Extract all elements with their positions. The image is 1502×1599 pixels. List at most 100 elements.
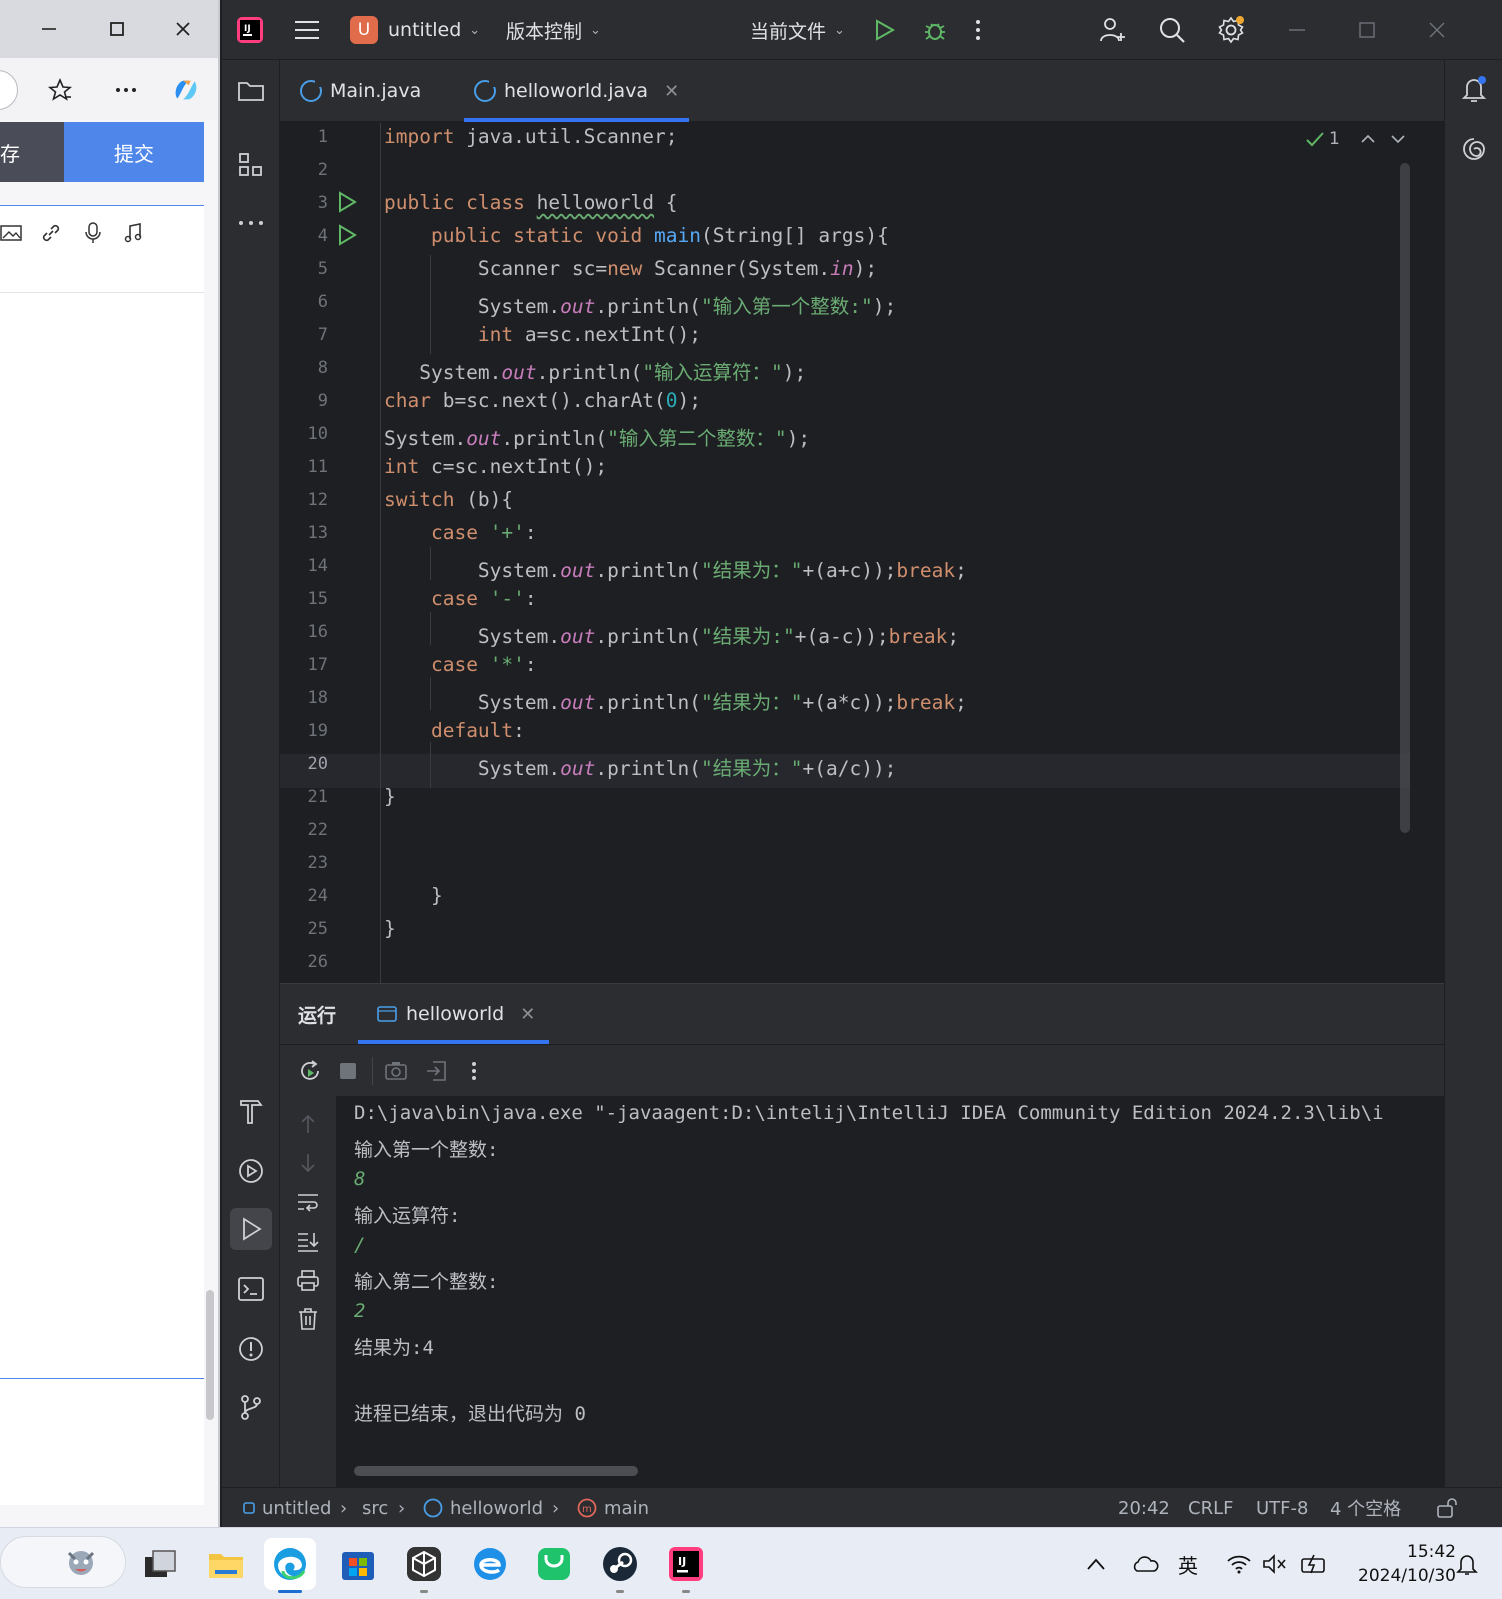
microphone-icon[interactable] — [78, 218, 108, 248]
answer-editor[interactable] — [0, 205, 204, 1505]
microsoft-store-icon[interactable] — [332, 1538, 384, 1590]
submit-button[interactable]: 提交 — [64, 122, 204, 182]
chevron-up-icon[interactable] — [1086, 1528, 1106, 1599]
arrow-up-icon[interactable] — [294, 1110, 322, 1138]
arrow-down-icon[interactable] — [294, 1149, 322, 1177]
debug-icon[interactable] — [922, 0, 948, 60]
close-icon[interactable] — [1428, 0, 1446, 60]
chevron-up-icon[interactable] — [1360, 133, 1376, 145]
ime-indicator[interactable]: 英 — [1178, 1528, 1198, 1599]
close-icon[interactable] — [168, 14, 198, 44]
services-icon[interactable] — [230, 1150, 272, 1192]
battery-charging-icon[interactable] — [1300, 1528, 1328, 1599]
console-scrollbar[interactable] — [354, 1466, 638, 1476]
system-clock[interactable]: 15:42 2024/10/30 — [1346, 1540, 1456, 1588]
notification-bell-icon[interactable] — [1456, 1528, 1478, 1599]
inspection-widget[interactable]: 1 — [1305, 129, 1406, 149]
intellij-taskbar-icon[interactable]: IJ — [660, 1538, 712, 1593]
unity-icon[interactable] — [398, 1538, 450, 1593]
structure-icon[interactable] — [230, 144, 272, 186]
tab-helloworld-java[interactable]: helloworld.java ✕ — [463, 60, 690, 122]
line-number-gutter: 1 2 3 4 5 6 7 8 9 10 11 12 13 14 15 16 1… — [280, 123, 380, 983]
notifications-bell-icon[interactable] — [1453, 68, 1495, 110]
trash-icon[interactable] — [294, 1305, 322, 1333]
tab-label: helloworld.java — [504, 80, 649, 102]
breadcrumb-method[interactable]: m main — [576, 1488, 649, 1528]
close-tab-icon[interactable]: ✕ — [664, 81, 679, 102]
settings-gear-icon[interactable] — [1216, 0, 1246, 60]
minimize-icon[interactable] — [34, 14, 64, 44]
onedrive-cloud-icon[interactable] — [1130, 1528, 1160, 1599]
minimize-icon[interactable] — [1288, 0, 1306, 60]
run-gutter-icon[interactable] — [336, 224, 358, 246]
file-encoding[interactable]: UTF-8 — [1256, 1488, 1308, 1528]
vcs-menu[interactable]: 版本控制 ⌄ — [506, 0, 601, 60]
main-menu-icon[interactable] — [294, 0, 320, 60]
chat-app-icon[interactable] — [528, 1538, 580, 1590]
edge-browser-icon[interactable] — [264, 1538, 316, 1593]
favorites-icon[interactable] — [44, 74, 76, 106]
problems-icon[interactable] — [230, 1328, 272, 1370]
search-icon[interactable] — [1158, 0, 1186, 60]
address-bar[interactable] — [0, 70, 18, 110]
ai-assistant-icon[interactable] — [1453, 128, 1495, 170]
stop-icon[interactable] — [334, 1057, 362, 1085]
scrollbar[interactable] — [206, 1290, 214, 1420]
line-number: 5 — [317, 259, 328, 279]
caret-position[interactable]: 20:42 — [1118, 1488, 1170, 1528]
run-config-selector[interactable]: 当前文件 ⌄ — [750, 0, 845, 60]
console-output[interactable]: D:\java\bin\java.exe "-javaagent:D:\inte… — [336, 1096, 1444, 1488]
exit-icon[interactable] — [422, 1057, 450, 1085]
line-separator[interactable]: CRLF — [1188, 1488, 1233, 1528]
music-icon[interactable] — [118, 218, 148, 248]
java-class-icon — [474, 79, 497, 102]
file-explorer-icon[interactable] — [200, 1538, 252, 1590]
project-switcher[interactable]: U untitled ⌄ — [350, 0, 480, 60]
steam-icon[interactable] — [594, 1538, 646, 1593]
lock-icon[interactable] — [1436, 1488, 1460, 1528]
maximize-icon[interactable] — [1358, 0, 1376, 60]
rerun-icon[interactable] — [296, 1057, 324, 1085]
run-gutter-icon[interactable] — [336, 191, 358, 213]
scroll-to-end-icon[interactable] — [294, 1227, 322, 1255]
soft-wrap-icon[interactable] — [294, 1188, 322, 1216]
run-tab-helloworld[interactable]: helloworld ✕ — [357, 984, 550, 1044]
code-editor[interactable]: 1 2 3 4 5 6 7 8 9 10 11 12 13 14 15 16 1… — [280, 123, 1444, 983]
line-number: 12 — [307, 490, 328, 510]
project-folder-icon[interactable] — [230, 70, 272, 112]
task-view-icon[interactable] — [134, 1538, 186, 1590]
breadcrumb-label: helloworld — [450, 1497, 544, 1519]
save-draft-button[interactable]: 存 — [0, 122, 64, 182]
run-icon[interactable] — [872, 0, 896, 60]
line-number: 20 — [307, 754, 328, 774]
console-input-line: / — [354, 1234, 366, 1256]
copilot-icon[interactable] — [170, 74, 202, 106]
link-icon[interactable] — [36, 218, 66, 248]
taskbar-search[interactable] — [0, 1536, 126, 1588]
more-icon[interactable] — [110, 74, 142, 106]
file-encoding-label: UTF-8 — [1256, 1497, 1309, 1519]
breadcrumb-class[interactable]: helloworld — [422, 1488, 543, 1528]
indent-setting[interactable]: 4 个空格 — [1330, 1488, 1401, 1528]
tab-main-java[interactable]: Main.java — [300, 60, 421, 122]
breadcrumb-src[interactable]: src — [362, 1488, 388, 1528]
image-icon[interactable] — [0, 218, 26, 248]
more-tool-windows-icon[interactable] — [230, 202, 272, 244]
build-hammer-icon[interactable] — [230, 1090, 272, 1132]
code-with-me-icon[interactable] — [1098, 0, 1128, 60]
more-actions-icon[interactable] — [460, 1057, 488, 1085]
more-actions-icon[interactable] — [974, 0, 982, 60]
run-tool-window-icon[interactable] — [230, 1208, 272, 1250]
breadcrumb-project[interactable]: untitled — [242, 1488, 331, 1528]
wifi-icon[interactable] — [1226, 1528, 1252, 1599]
camera-icon[interactable] — [382, 1057, 410, 1085]
close-tab-icon[interactable]: ✕ — [520, 1004, 535, 1025]
chevron-down-icon[interactable] — [1390, 133, 1406, 145]
terminal-icon[interactable] — [230, 1268, 272, 1310]
print-icon[interactable] — [294, 1266, 322, 1294]
editor-scrollbar[interactable] — [1400, 163, 1410, 833]
git-branch-icon[interactable] — [230, 1386, 272, 1428]
maximize-icon[interactable] — [102, 14, 132, 44]
browser-e-icon[interactable] — [464, 1538, 516, 1590]
volume-muted-icon[interactable] — [1262, 1528, 1288, 1599]
